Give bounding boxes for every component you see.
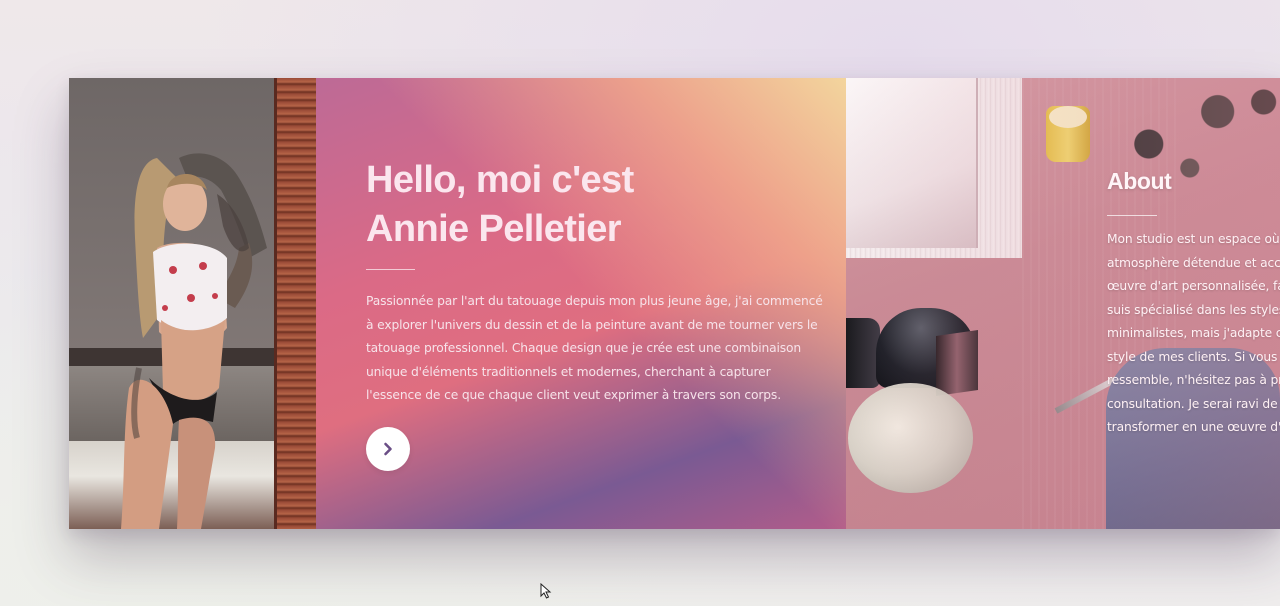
intro-text-line: Passionnée par l'art du tatouage depuis … xyxy=(366,294,823,308)
intro-description: Passionnée par l'art du tatouage depuis … xyxy=(366,290,823,408)
hero-slider: Hello, moi c'est Annie Pelletier Passion… xyxy=(69,78,1280,529)
about-text-line: consultation. Je serai ravi de xyxy=(1107,396,1278,411)
intro-title-line1: Hello, moi c'est xyxy=(366,159,634,201)
intro-text-line: à explorer l'univers du dessin et de la … xyxy=(366,317,818,332)
title-divider xyxy=(366,269,415,270)
intro-text-line: l'essence de ce que chaque client veut e… xyxy=(366,388,781,402)
about-text-line: œuvre d'art personnalisée, fait xyxy=(1107,279,1280,293)
about-text-line: style de mes clients. Si vous ch xyxy=(1107,349,1280,364)
about-text-line: minimalistes, mais j'adapte cha xyxy=(1107,326,1280,340)
mouse-cursor-icon xyxy=(540,583,552,599)
intro-panel: Hello, moi c'est Annie Pelletier Passion… xyxy=(316,78,846,529)
window-shutter xyxy=(274,78,316,529)
intro-title-line2: Annie Pelletier xyxy=(366,208,622,250)
about-text-line: atmosphère détendue et accue xyxy=(1107,255,1280,270)
chevron-right-icon xyxy=(384,442,392,456)
next-slide-button[interactable] xyxy=(366,427,410,471)
about-text-line: Mon studio est un espace où la xyxy=(1107,232,1280,246)
about-divider xyxy=(1107,215,1157,216)
intro-title: Hello, moi c'est Annie Pelletier xyxy=(366,156,806,254)
intro-text-line: tatouage professionnel. Chaque design qu… xyxy=(366,341,802,355)
intro-text-line: unique d'éléments traditionnels et moder… xyxy=(366,364,771,379)
portrait-photo xyxy=(69,78,316,529)
about-text-line: suis spécialisé dans les styles g xyxy=(1107,302,1280,317)
about-description: Mon studio est un espace où la atmosphèr… xyxy=(1107,228,1280,440)
portrait-figure xyxy=(121,153,267,529)
studio-photo: About Mon studio est un espace où la atm… xyxy=(846,78,1280,529)
about-text-line: transformer en une œuvre d'ar xyxy=(1107,420,1280,434)
about-title: About xyxy=(1107,168,1172,194)
about-text-line: ressemble, n'hésitez pas à pren xyxy=(1107,373,1280,387)
